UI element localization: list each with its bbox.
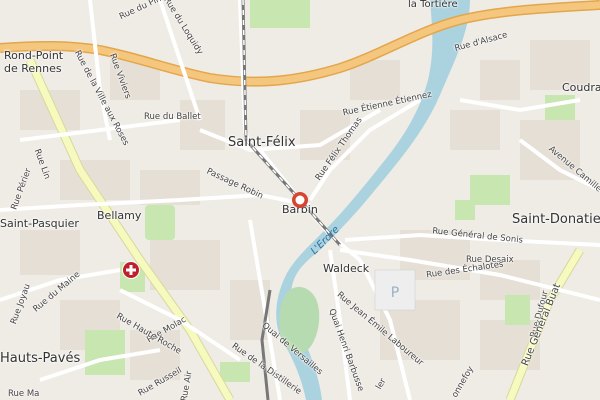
place-label-la-tortiere: la Tortière [408, 0, 458, 10]
place-label-waldeck: Waldeck [323, 262, 370, 275]
place-label-saint-pasquier: Saint-Pasquier [0, 217, 79, 230]
parking-symbol: P [391, 285, 399, 301]
place-label-rond-point-rennes: Rond-Point de Rennes [4, 49, 64, 75]
place-label-coudray: Coudray [562, 81, 600, 94]
hospital-icon[interactable] [122, 261, 140, 279]
place-label-saint-felix: Saint-Félix [228, 135, 296, 150]
place-label-bellamy: Bellamy [97, 209, 142, 222]
location-pin-icon[interactable] [290, 190, 310, 210]
place-label-saint-donatien: Saint-Donatien [512, 212, 600, 227]
map-canvas[interactable]: P Rond-Point de Rennes Saint-Félix Barbi… [0, 0, 600, 400]
street-label-rue-du-ballet: Rue du Ballet [144, 112, 201, 122]
street-label-rue-ma: Rue Ma [8, 389, 40, 399]
hospital-cross-icon [126, 265, 136, 275]
place-label-hauts-paves: Hauts-Pavés [0, 351, 81, 366]
